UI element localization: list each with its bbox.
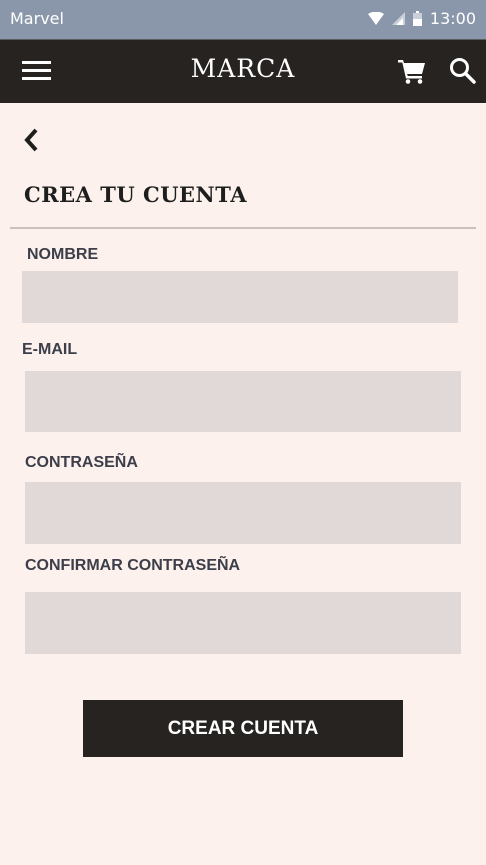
name-input[interactable] (22, 271, 458, 323)
email-input[interactable] (25, 371, 461, 432)
confirm-password-input[interactable] (25, 592, 461, 654)
wifi-icon (367, 12, 384, 25)
status-app-name: Marvel (10, 9, 64, 28)
divider (10, 227, 476, 229)
app-bar: MARCA (0, 39, 486, 103)
create-account-button[interactable]: CREAR CUENTA (83, 700, 403, 757)
password-label: CONTRASEÑA (25, 454, 138, 471)
back-chevron-icon[interactable] (22, 128, 42, 152)
page-title: CREA TU CUENTA (24, 182, 248, 207)
confirm-password-label: CONFIRMAR CONTRASEÑA (25, 557, 241, 574)
status-indicators: 13:00 (367, 9, 476, 28)
cart-icon[interactable] (398, 58, 426, 84)
status-time: 13:00 (429, 9, 476, 28)
search-icon[interactable] (449, 57, 476, 84)
battery-icon (412, 11, 422, 26)
signal-icon (391, 12, 405, 25)
name-label: NOMBRE (27, 246, 99, 263)
email-label: E-MAIL (22, 341, 78, 358)
status-bar: Marvel 13:00 (0, 0, 486, 39)
password-input[interactable] (25, 482, 461, 544)
